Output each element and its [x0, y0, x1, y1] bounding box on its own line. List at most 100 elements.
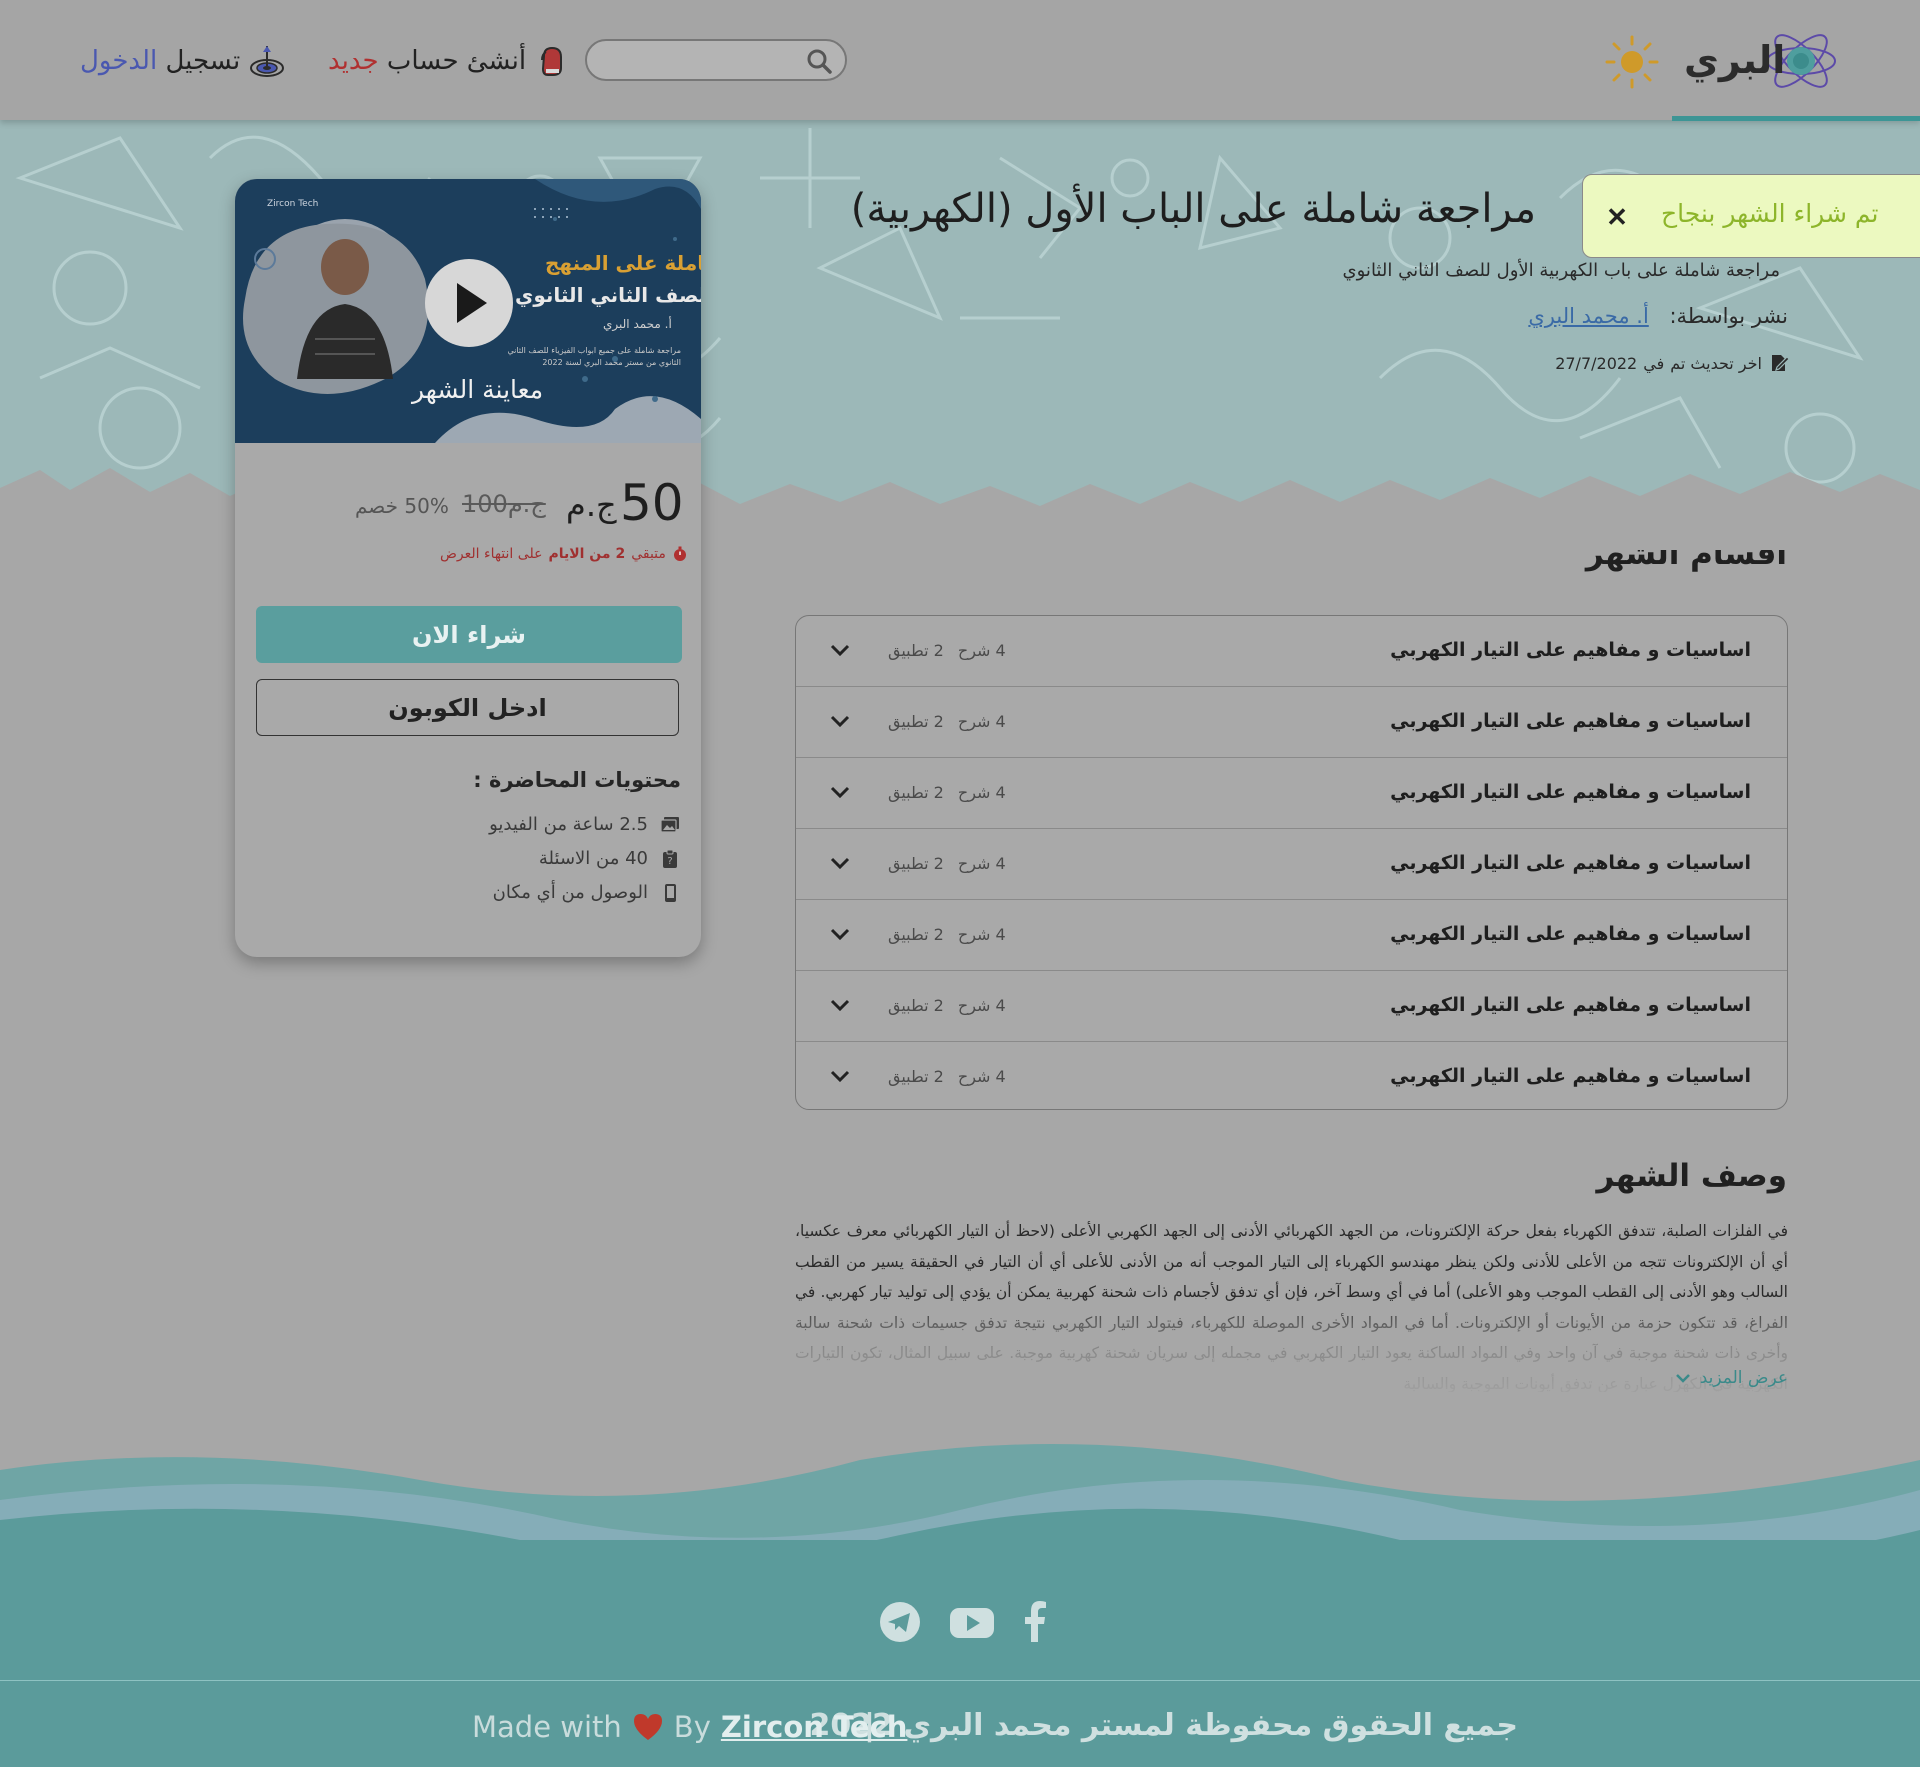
section-row[interactable]: اساسيات و مفاهيم على التيار الكهربي 4 شر… — [796, 758, 1787, 829]
edit-document-icon — [1772, 355, 1790, 371]
section-explain-count: 4 شرح — [957, 925, 1006, 944]
sun-icon[interactable] — [1604, 34, 1660, 90]
content-item-label: 40 من الاسئلة — [538, 848, 648, 869]
active-nav-indicator — [1672, 116, 1920, 121]
thumbnail-title-line2: للصف الثاني الثانوي — [515, 283, 701, 307]
old-price: ج.م100 — [462, 490, 546, 518]
section-row[interactable]: اساسيات و مفاهيم على التيار الكهربي 4 شر… — [796, 829, 1787, 900]
section-apply-count: 2 تطبيق — [888, 641, 944, 660]
copyright-text: جميع الحقوق محفوظة لمستر محمد البري 2022 — [809, 1708, 1518, 1743]
section-title: اساسيات و مفاهيم على التيار الكهربي — [1390, 852, 1751, 874]
section-row[interactable]: اساسيات و مفاهيم على التيار الكهربي 4 شر… — [796, 900, 1787, 971]
content-item-label: 2.5 ساعة من الفيديو — [489, 814, 648, 835]
made-with-credit: Made with By Zircon Tech — [472, 1710, 907, 1744]
enter-coupon-button[interactable]: ادخل الكوبون — [256, 679, 679, 736]
timer-suffix: على انتهاء العرض — [440, 546, 543, 562]
section-title: اساسيات و مفاهيم على التيار الكهربي — [1390, 710, 1751, 732]
facebook-icon[interactable] — [1018, 1600, 1054, 1644]
chevron-down-icon[interactable] — [828, 1064, 852, 1088]
section-row[interactable]: اساسيات و مفاهيم على التيار الكهربي 4 شر… — [796, 616, 1787, 687]
updated-in: في — [1643, 353, 1665, 373]
section-apply-count: 2 تطبيق — [888, 854, 944, 873]
section-row[interactable]: اساسيات و مفاهيم على التيار الكهربي 4 شر… — [796, 687, 1787, 758]
content-item-video: 2.5 ساعة من الفيديو — [489, 814, 680, 835]
last-updated: اخر تحديث تم في 27/7/2022 — [1555, 352, 1790, 374]
clipboard-icon: ? — [663, 849, 677, 868]
section-title: اساسيات و مفاهيم على التيار الكهربي — [1390, 1065, 1751, 1087]
course-preview-thumbnail[interactable]: Zircon Tech مراجعة شاملة على المنهج للصف… — [235, 179, 701, 443]
show-more-label: عرض المزيد — [1699, 1368, 1788, 1388]
section-apply-count: 2 تطبيق — [888, 996, 944, 1015]
section-explain-count: 4 شرح — [957, 996, 1006, 1015]
price-card: Zircon Tech مراجعة شاملة على المنهج للصف… — [235, 179, 701, 957]
section-meta: 4 شرح 2 تطبيق — [888, 1067, 1006, 1086]
play-icon — [457, 283, 487, 323]
author-link[interactable]: أ. محمد البري — [1528, 304, 1648, 328]
youtube-icon[interactable] — [948, 1600, 996, 1644]
toast-close-button[interactable]: ✕ — [1599, 199, 1635, 235]
course-subtitle: مراجعة شاملة على باب الكهربية الأول للصف… — [1342, 260, 1780, 281]
current-price: 50 — [620, 474, 684, 532]
offer-timer: متبقي 2 من الايام على انتهاء العرض — [440, 546, 688, 562]
chevron-down-icon[interactable] — [828, 993, 852, 1017]
chevron-down-icon[interactable] — [828, 851, 852, 875]
preview-label: معاينة الشهر — [412, 375, 544, 404]
chevron-down-icon[interactable] — [828, 922, 852, 946]
company-link[interactable]: Zircon Tech — [721, 1710, 908, 1744]
section-row[interactable]: اساسيات و مفاهيم على التيار الكهربي 4 شر… — [796, 971, 1787, 1042]
show-more-link[interactable]: عرض المزيد — [1674, 1368, 1788, 1388]
section-meta: 4 شرح 2 تطبيق — [888, 854, 1006, 873]
search-icon[interactable] — [805, 47, 833, 75]
section-apply-count: 2 تطبيق — [888, 1067, 944, 1086]
section-apply-count: 2 تطبيق — [888, 783, 944, 802]
chevron-down-icon[interactable] — [828, 780, 852, 804]
thumbnail-description: مراجعة شاملة على جميع ابواب الفيزياء للص… — [507, 346, 681, 367]
register-label: أنشئ حساب جديد — [328, 46, 527, 76]
stopwatch-icon — [673, 546, 686, 561]
lecture-contents-heading: محتويات المحاضرة : — [473, 768, 681, 792]
site-header: البري أنشئ حساب جديد تسجيل الدخول — [0, 0, 1920, 121]
chevron-down-icon[interactable] — [828, 638, 852, 662]
section-title: اساسيات و مفاهيم على التيار الكهربي — [1390, 639, 1751, 661]
discount-badge: 50% خصم — [355, 494, 449, 518]
chevron-down-icon[interactable] — [828, 709, 852, 733]
section-title: اساسيات و مفاهيم على التيار الكهربي — [1390, 923, 1751, 945]
section-meta: 4 شرح 2 تطبيق — [888, 641, 1006, 660]
boxing-glove-icon — [541, 46, 563, 76]
course-title: مراجعة شاملة على الباب الأول (الكهربية) — [850, 186, 1536, 232]
target-icon — [250, 46, 285, 77]
section-row[interactable]: اساسيات و مفاهيم على التيار الكهربي 4 شر… — [796, 1042, 1787, 1109]
section-meta: 4 شرح 2 تطبيق — [888, 996, 1006, 1015]
updated-date: 27/7/2022 — [1555, 353, 1638, 373]
buy-now-button[interactable]: شراء الان — [256, 606, 682, 663]
footer-divider — [0, 1680, 1920, 1681]
content-item-label: الوصول من أي مكان — [492, 882, 648, 903]
sections-accordion: اساسيات و مفاهيم على التيار الكهربي 4 شر… — [795, 615, 1788, 1110]
section-title: اساسيات و مفاهيم على التيار الكهربي — [1390, 994, 1751, 1016]
content-item-questions: ? 40 من الاسئلة — [539, 848, 680, 869]
thumbnail-teacher: أ. محمد البري — [603, 317, 672, 331]
search-box[interactable] — [585, 39, 847, 81]
section-explain-count: 4 شرح — [957, 641, 1006, 660]
telegram-icon[interactable] — [878, 1600, 922, 1644]
description-text: في الفلزات الصلبة، تتدفق الكهرباء بفعل ح… — [795, 1222, 1788, 1392]
description-heading: وصف الشهر — [1596, 1158, 1788, 1194]
timer-prefix: متبقي — [631, 546, 666, 562]
section-explain-count: 4 شرح — [957, 1067, 1006, 1086]
by-label: By — [673, 1710, 711, 1744]
section-meta: 4 شرح 2 تطبيق — [888, 783, 1006, 802]
login-label: تسجيل الدخول — [80, 46, 241, 76]
toast-message: تم شراء الشهر بنجاح — [1661, 199, 1879, 228]
video-library-icon — [660, 816, 679, 833]
timer-days: 2 من الايام — [548, 546, 626, 562]
success-toast: تم شراء الشهر بنجاح ✕ — [1582, 174, 1920, 258]
published-label: نشر بواسطة: — [1669, 304, 1788, 328]
play-preview-button[interactable] — [425, 259, 513, 347]
thumbnail-brand: Zircon Tech — [267, 199, 319, 209]
brand-name[interactable]: البري — [1684, 38, 1785, 82]
login-link[interactable]: تسجيل الدخول — [80, 42, 286, 80]
section-apply-count: 2 تطبيق — [888, 712, 944, 731]
heart-icon — [633, 1714, 662, 1740]
register-link[interactable]: أنشئ حساب جديد — [328, 42, 572, 80]
updated-label: اخر تحديث تم — [1670, 353, 1762, 373]
